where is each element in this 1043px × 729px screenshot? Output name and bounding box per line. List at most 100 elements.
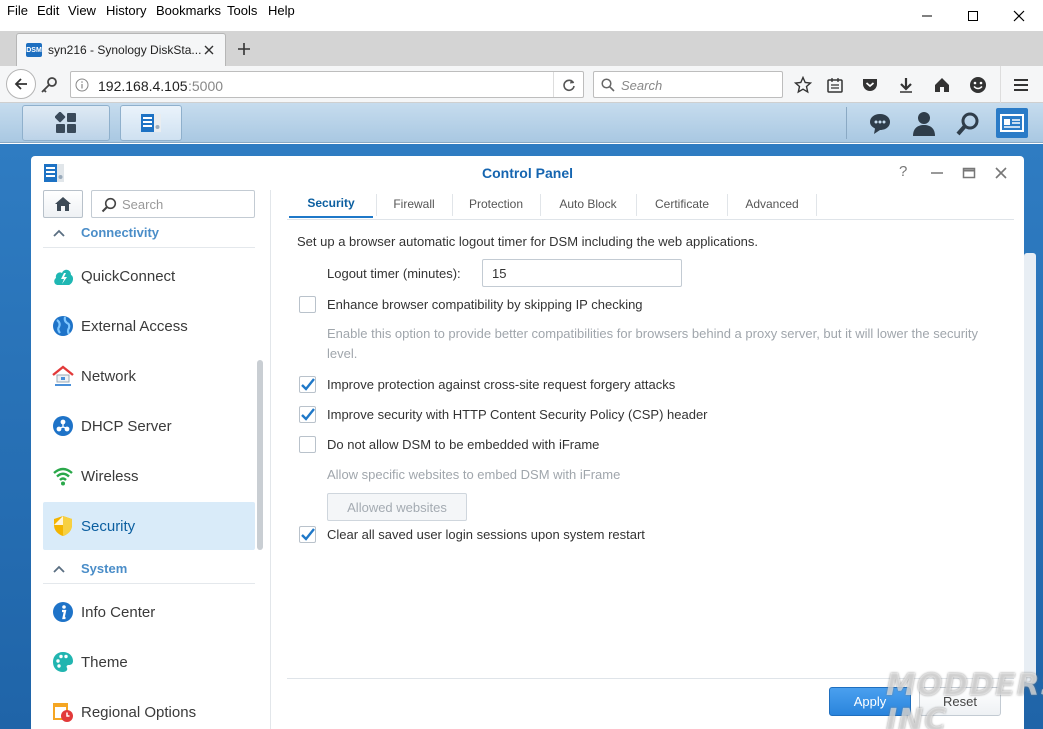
browser-menubar: File Edit View History Bookmarks Tools H… <box>0 0 1043 31</box>
navbar-divider <box>1000 66 1001 103</box>
tab-bar-underline <box>287 219 1014 220</box>
dsm-favicon-icon: DSM <box>26 43 42 57</box>
sidebar-item-label: QuickConnect <box>81 267 176 285</box>
tab-protection[interactable]: Protection <box>453 190 539 218</box>
palette-icon <box>51 650 75 674</box>
apply-button[interactable]: Apply <box>829 687 911 716</box>
reading-list-icon[interactable] <box>826 76 844 94</box>
sidebar-search-input[interactable]: Search <box>91 190 255 218</box>
tab-separator <box>816 194 817 216</box>
hamburger-menu-icon[interactable] <box>1012 76 1030 94</box>
shield-icon <box>51 514 75 538</box>
maximize-icon <box>968 10 978 21</box>
window-close-icon[interactable] <box>994 166 1008 180</box>
menu-tools[interactable]: Tools <box>227 3 257 18</box>
allowed-websites-button[interactable]: Allowed websites <box>327 493 467 521</box>
window-titlebar[interactable]: Control Panel ? <box>31 156 1024 190</box>
window-maximize-icon[interactable] <box>962 166 976 180</box>
checkbox-label-skip-ip-check: Enhance browser compatibility by skippin… <box>327 297 643 312</box>
sidebar-search-icon <box>101 197 117 213</box>
network-house-icon <box>51 364 75 388</box>
main-menu-button[interactable] <box>22 105 110 141</box>
sidebar-item-label: DHCP Server <box>81 417 172 435</box>
sidebar-item-wireless[interactable]: Wireless <box>43 452 255 500</box>
download-icon[interactable] <box>897 76 915 94</box>
sidebar-item-quickconnect[interactable]: QuickConnect <box>43 252 255 300</box>
dsm-taskbar <box>0 103 1043 143</box>
checkbox-label-clear-login-sessions: Clear all saved user login sessions upon… <box>327 527 645 542</box>
browser-tab[interactable]: DSM syn216 - Synology DiskSta... <box>16 33 226 66</box>
browser-search-bar[interactable]: Search <box>593 71 783 98</box>
maximize-window-button[interactable] <box>950 0 996 31</box>
sidebar-item-theme[interactable]: Theme <box>43 638 255 686</box>
minimize-window-button[interactable] <box>904 0 950 31</box>
new-tab-button[interactable] <box>236 41 252 57</box>
sidebar-item-label: Wireless <box>81 467 139 485</box>
sidebar-item-label: Info Center <box>81 603 156 621</box>
sidebar-item-label: Network <box>81 367 137 385</box>
bookmark-star-icon[interactable] <box>794 76 812 94</box>
help-button[interactable]: ? <box>899 163 907 180</box>
tab-certificate[interactable]: Certificate <box>637 190 727 218</box>
control-panel-sidebar: Search Connectivity QuickConnect Externa… <box>31 190 271 729</box>
tab-firewall[interactable]: Firewall <box>377 190 451 218</box>
menu-history[interactable]: History <box>106 3 146 18</box>
tab-advanced[interactable]: Advanced <box>728 190 816 218</box>
widgets-icon <box>1000 114 1024 132</box>
section-header-system[interactable]: System <box>43 554 255 584</box>
wifi-icon <box>51 464 75 488</box>
menu-help[interactable]: Help <box>268 3 295 18</box>
chevron-up-icon <box>53 229 65 237</box>
checkmark-icon <box>301 378 315 391</box>
calendar-clock-icon <box>51 700 75 724</box>
dhcp-icon <box>51 414 75 438</box>
sidebar-item-info-center[interactable]: Info Center <box>43 588 255 636</box>
browser-search-placeholder: Search <box>621 78 663 93</box>
smiley-icon[interactable] <box>969 76 987 94</box>
sidebar-item-security[interactable]: Security <box>43 502 255 550</box>
checkbox-csrf-protection[interactable] <box>299 376 316 393</box>
home-icon[interactable] <box>933 76 951 94</box>
menu-edit[interactable]: Edit <box>37 3 59 18</box>
home-button[interactable] <box>43 190 83 218</box>
checkbox-csp-header[interactable] <box>299 406 316 423</box>
sidebar-item-regional-options[interactable]: Regional Options <box>43 688 255 729</box>
site-identity-button[interactable] <box>40 76 58 94</box>
control-panel-icon <box>141 114 161 132</box>
globe-icon <box>51 314 75 338</box>
close-tab-button[interactable] <box>203 44 215 56</box>
url-bar[interactable]: 192.168.4.105 :5000 <box>70 71 584 98</box>
browser-navbar: 192.168.4.105 :5000 Search <box>0 66 1043 103</box>
taskbar-divider <box>846 107 847 139</box>
checkbox-block-iframe[interactable] <box>299 436 316 453</box>
section-header-connectivity[interactable]: Connectivity <box>43 218 255 248</box>
sidebar-item-dhcp-server[interactable]: DHCP Server <box>43 402 255 450</box>
logout-timer-label: Logout timer (minutes): <box>327 266 461 281</box>
sidebar-scrollbar[interactable] <box>257 360 263 550</box>
info-icon <box>51 600 75 624</box>
reset-button[interactable]: Reset <box>919 687 1001 716</box>
pocket-icon[interactable] <box>861 76 879 94</box>
tab-security[interactable]: Security <box>289 190 373 218</box>
user-account-icon[interactable] <box>912 111 936 137</box>
checkbox-skip-ip-check[interactable] <box>299 296 316 313</box>
reload-icon[interactable] <box>562 78 576 92</box>
url-port: :5000 <box>188 78 224 94</box>
taskbar-control-panel-button[interactable] <box>120 105 182 141</box>
menu-file[interactable]: File <box>7 3 28 18</box>
tab-auto-block[interactable]: Auto Block <box>541 190 635 218</box>
close-window-button[interactable] <box>996 0 1042 31</box>
menu-view[interactable]: View <box>68 3 96 18</box>
dsm-search-icon[interactable] <box>956 112 980 136</box>
back-button[interactable] <box>6 69 36 99</box>
sidebar-item-network[interactable]: Network <box>43 352 255 400</box>
widgets-button[interactable] <box>996 108 1028 138</box>
tab-title: syn216 - Synology DiskSta... <box>48 43 202 57</box>
checkbox-clear-login-sessions[interactable] <box>299 526 316 543</box>
menu-bookmarks[interactable]: Bookmarks <box>156 3 221 18</box>
logout-timer-input[interactable] <box>482 259 682 287</box>
chat-bubble-icon[interactable] <box>868 112 892 136</box>
checkbox-label-block-iframe: Do not allow DSM to be embedded with iFr… <box>327 437 600 452</box>
sidebar-item-external-access[interactable]: External Access <box>43 302 255 350</box>
window-minimize-icon[interactable] <box>930 166 944 180</box>
